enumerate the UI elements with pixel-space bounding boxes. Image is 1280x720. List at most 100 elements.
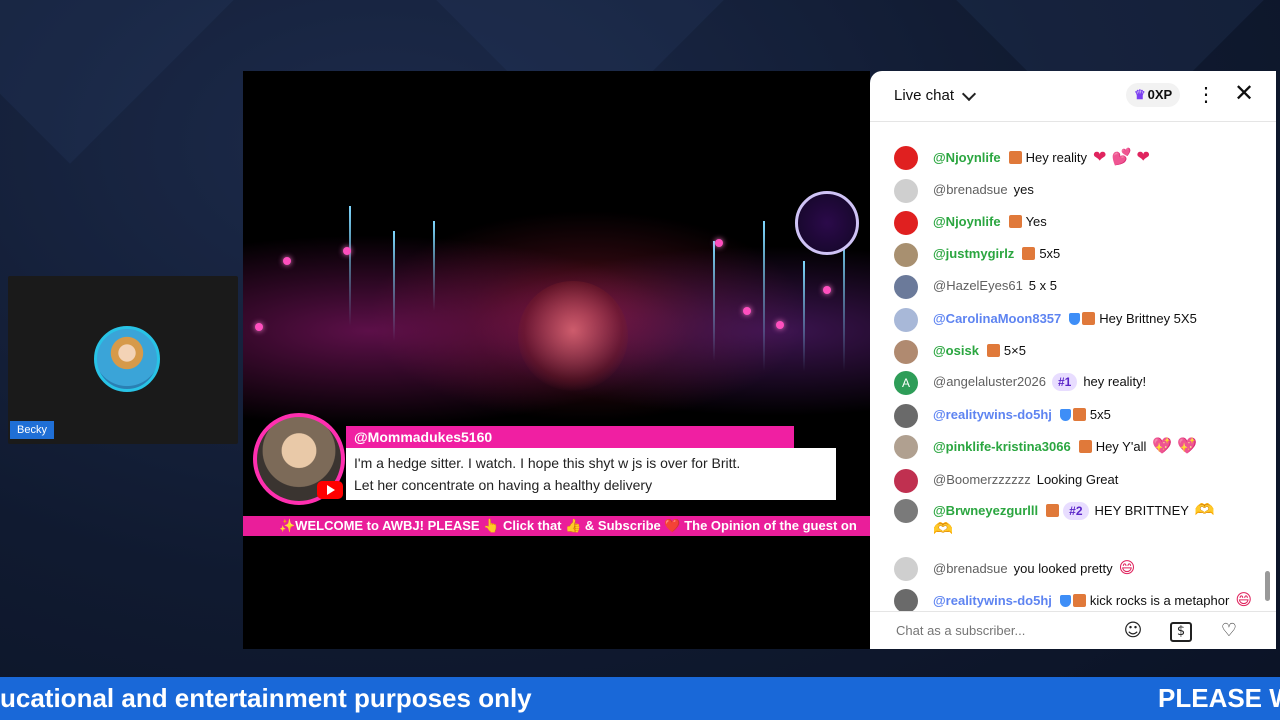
background-diamond <box>0 0 254 164</box>
member-badge-icon <box>1078 440 1092 453</box>
chat-message-text: 5 x 5 <box>1028 278 1057 293</box>
live-chat-panel: Live chat ♛ 0XP ⋮ ✕ @Njoynlife Hey reality… <box>870 71 1276 649</box>
close-icon[interactable]: ✕ <box>1232 81 1256 107</box>
stream-video[interactable]: @Mommadukes5160 I'm a hedge sitter. I wa… <box>243 71 870 649</box>
chat-author-name[interactable]: @osisk <box>933 343 979 358</box>
chat-message-text: HEY BRITTNEY <box>1094 503 1189 518</box>
chat-emoji: 😄 <box>1235 590 1252 609</box>
chat-message-text: hey reality! <box>1083 374 1147 389</box>
chat-author-name[interactable]: @Njoynlife <box>933 150 1001 165</box>
chat-author-name[interactable]: @Boomerzzzzzz <box>933 472 1031 487</box>
chat-title[interactable]: Live chat <box>894 87 954 104</box>
welcome-ticker: ✨WELCOME to AWBJ! PLEASE 👆 Click that 👍 … <box>243 516 870 536</box>
light-streak <box>803 261 805 371</box>
super-chat-icon[interactable]: $ <box>1170 622 1192 642</box>
chevron-down-icon[interactable] <box>961 86 977 102</box>
chat-author-avatar[interactable] <box>894 179 918 203</box>
chat-message-content: @Brwneyezgurlll #2 HEY BRITTNEY 🫶 🫶 <box>933 501 1253 539</box>
chat-author-avatar[interactable] <box>894 275 918 299</box>
chat-message-text: Looking Great <box>1036 472 1119 487</box>
chat-message-text: Hey Y'all <box>1095 439 1147 454</box>
chat-author-avatar[interactable] <box>894 243 918 267</box>
chat-scrollbar[interactable] <box>1265 123 1271 611</box>
member-badge-icon <box>1082 312 1096 325</box>
scroll-thumb[interactable] <box>1265 571 1270 601</box>
chat-author-avatar[interactable] <box>894 340 918 364</box>
chat-author-name[interactable]: @angelaluster2026 <box>933 374 1046 389</box>
light-dot <box>715 239 723 247</box>
chat-message-content: @pinklife-kristina3066 Hey Y'all 💖 💖 <box>933 437 1253 456</box>
moderator-shield-icon <box>1059 409 1071 421</box>
light-dot <box>823 286 831 294</box>
xp-badge[interactable]: ♛ 0XP <box>1126 83 1181 107</box>
moderator-shield-icon <box>1059 595 1071 607</box>
light-streak <box>433 221 435 311</box>
chat-author-name[interactable]: @Njoynlife <box>933 214 1001 229</box>
member-badge-icon <box>1072 408 1086 421</box>
chat-emoji: ❤ 💕 ❤ <box>1093 147 1150 166</box>
chat-message-text: Hey reality <box>1025 150 1087 165</box>
crown-icon: ♛ <box>1134 87 1146 102</box>
marquee-text: ucational and entertainment purposes onl… <box>0 683 532 713</box>
chat-input[interactable] <box>894 622 1118 639</box>
light-streak <box>763 221 765 371</box>
member-badge-icon <box>1022 247 1036 260</box>
chat-emoji: 💖 💖 <box>1152 436 1198 455</box>
chat-message-content: @realitywins-do5hj 5x5 <box>933 406 1253 424</box>
chat-author-name[interactable]: @realitywins-do5hj <box>933 593 1052 608</box>
chat-message-text: Yes <box>1025 214 1047 229</box>
chat-author-name[interactable]: @CarolinaMoon8357 <box>933 311 1061 326</box>
chat-messages[interactable]: @Njoynlife Hey reality ❤ 💕 ❤ @brenadsue yes @… <box>870 121 1266 611</box>
chat-author-avatar[interactable] <box>894 308 918 332</box>
rank-badge: #1 <box>1051 373 1078 391</box>
chat-message-text: 5×5 <box>1003 343 1026 358</box>
chat-author-avatar[interactable] <box>894 404 918 428</box>
chat-message-content: @brenadsue you looked pretty 😄 <box>933 559 1253 578</box>
chat-author-name[interactable]: @HazelEyes61 <box>933 278 1023 293</box>
heart-icon[interactable]: ♡ <box>1218 620 1240 642</box>
chat-message-content: @Njoynlife Hey reality ❤ 💕 ❤ <box>933 148 1253 167</box>
participant-tile[interactable]: Becky <box>8 276 238 444</box>
chat-author-name[interactable]: @brenadsue <box>933 182 1008 197</box>
light-streak <box>349 206 351 326</box>
chat-header: Live chat ♛ 0XP ⋮ ✕ <box>870 71 1276 122</box>
light-dot <box>776 321 784 329</box>
member-badge-icon <box>1008 151 1022 164</box>
chat-emoji: 😄 <box>1118 558 1136 577</box>
chat-author-avatar[interactable] <box>894 557 918 581</box>
chat-author-name[interactable]: @realitywins-do5hj <box>933 407 1052 422</box>
member-badge-icon <box>1008 215 1022 228</box>
chat-message-content: @Njoynlife Yes <box>933 213 1253 231</box>
light-streak <box>843 231 845 371</box>
chat-message-content: @osisk 5×5 <box>933 342 1253 360</box>
chat-input-bar: ☺ $ ♡ <box>870 611 1276 649</box>
chat-author-avatar[interactable] <box>894 589 918 611</box>
chat-author-name[interactable]: @justmygirlz <box>933 246 1014 261</box>
chat-message-content: @realitywins-do5hj kick rocks is a metaph… <box>933 591 1253 610</box>
chat-author-avatar[interactable]: A <box>894 371 918 395</box>
chat-message-text: yes <box>1013 182 1034 197</box>
chat-author-avatar[interactable] <box>894 211 918 235</box>
chat-message-text: Hey Brittney 5X5 <box>1099 311 1197 326</box>
member-badge-icon <box>1046 504 1060 517</box>
chat-author-name[interactable]: @Brwneyezgurlll <box>933 503 1038 518</box>
participant-name-tag: Becky <box>10 421 54 439</box>
xp-value: 0XP <box>1147 87 1173 102</box>
chat-author-name[interactable]: @brenadsue <box>933 561 1008 576</box>
chat-message-text: 5x5 <box>1089 407 1111 422</box>
featured-comment: @Mommadukes5160 I'm a hedge sitter. I wa… <box>251 411 843 507</box>
chat-message-content: @CarolinaMoon8357 Hey Brittney 5X5 <box>933 310 1253 328</box>
member-badge-icon <box>1072 594 1086 607</box>
emoji-icon[interactable]: ☺ <box>1122 620 1144 642</box>
chat-author-name[interactable]: @pinklife-kristina3066 <box>933 439 1071 454</box>
chat-author-avatar[interactable] <box>894 499 918 523</box>
chat-author-avatar[interactable] <box>894 435 918 459</box>
chat-author-avatar[interactable] <box>894 146 918 170</box>
chat-author-avatar[interactable] <box>894 469 918 493</box>
moderator-shield-icon <box>1069 313 1081 325</box>
chat-message-content: @HazelEyes61 5 x 5 <box>933 277 1253 295</box>
featured-comment-line: Let her concentrate on having a healthy … <box>354 477 653 493</box>
chat-emoji: 🫶 <box>1194 500 1215 519</box>
chat-message-text: 5x5 <box>1039 246 1061 261</box>
more-options-icon[interactable]: ⋮ <box>1196 85 1216 105</box>
